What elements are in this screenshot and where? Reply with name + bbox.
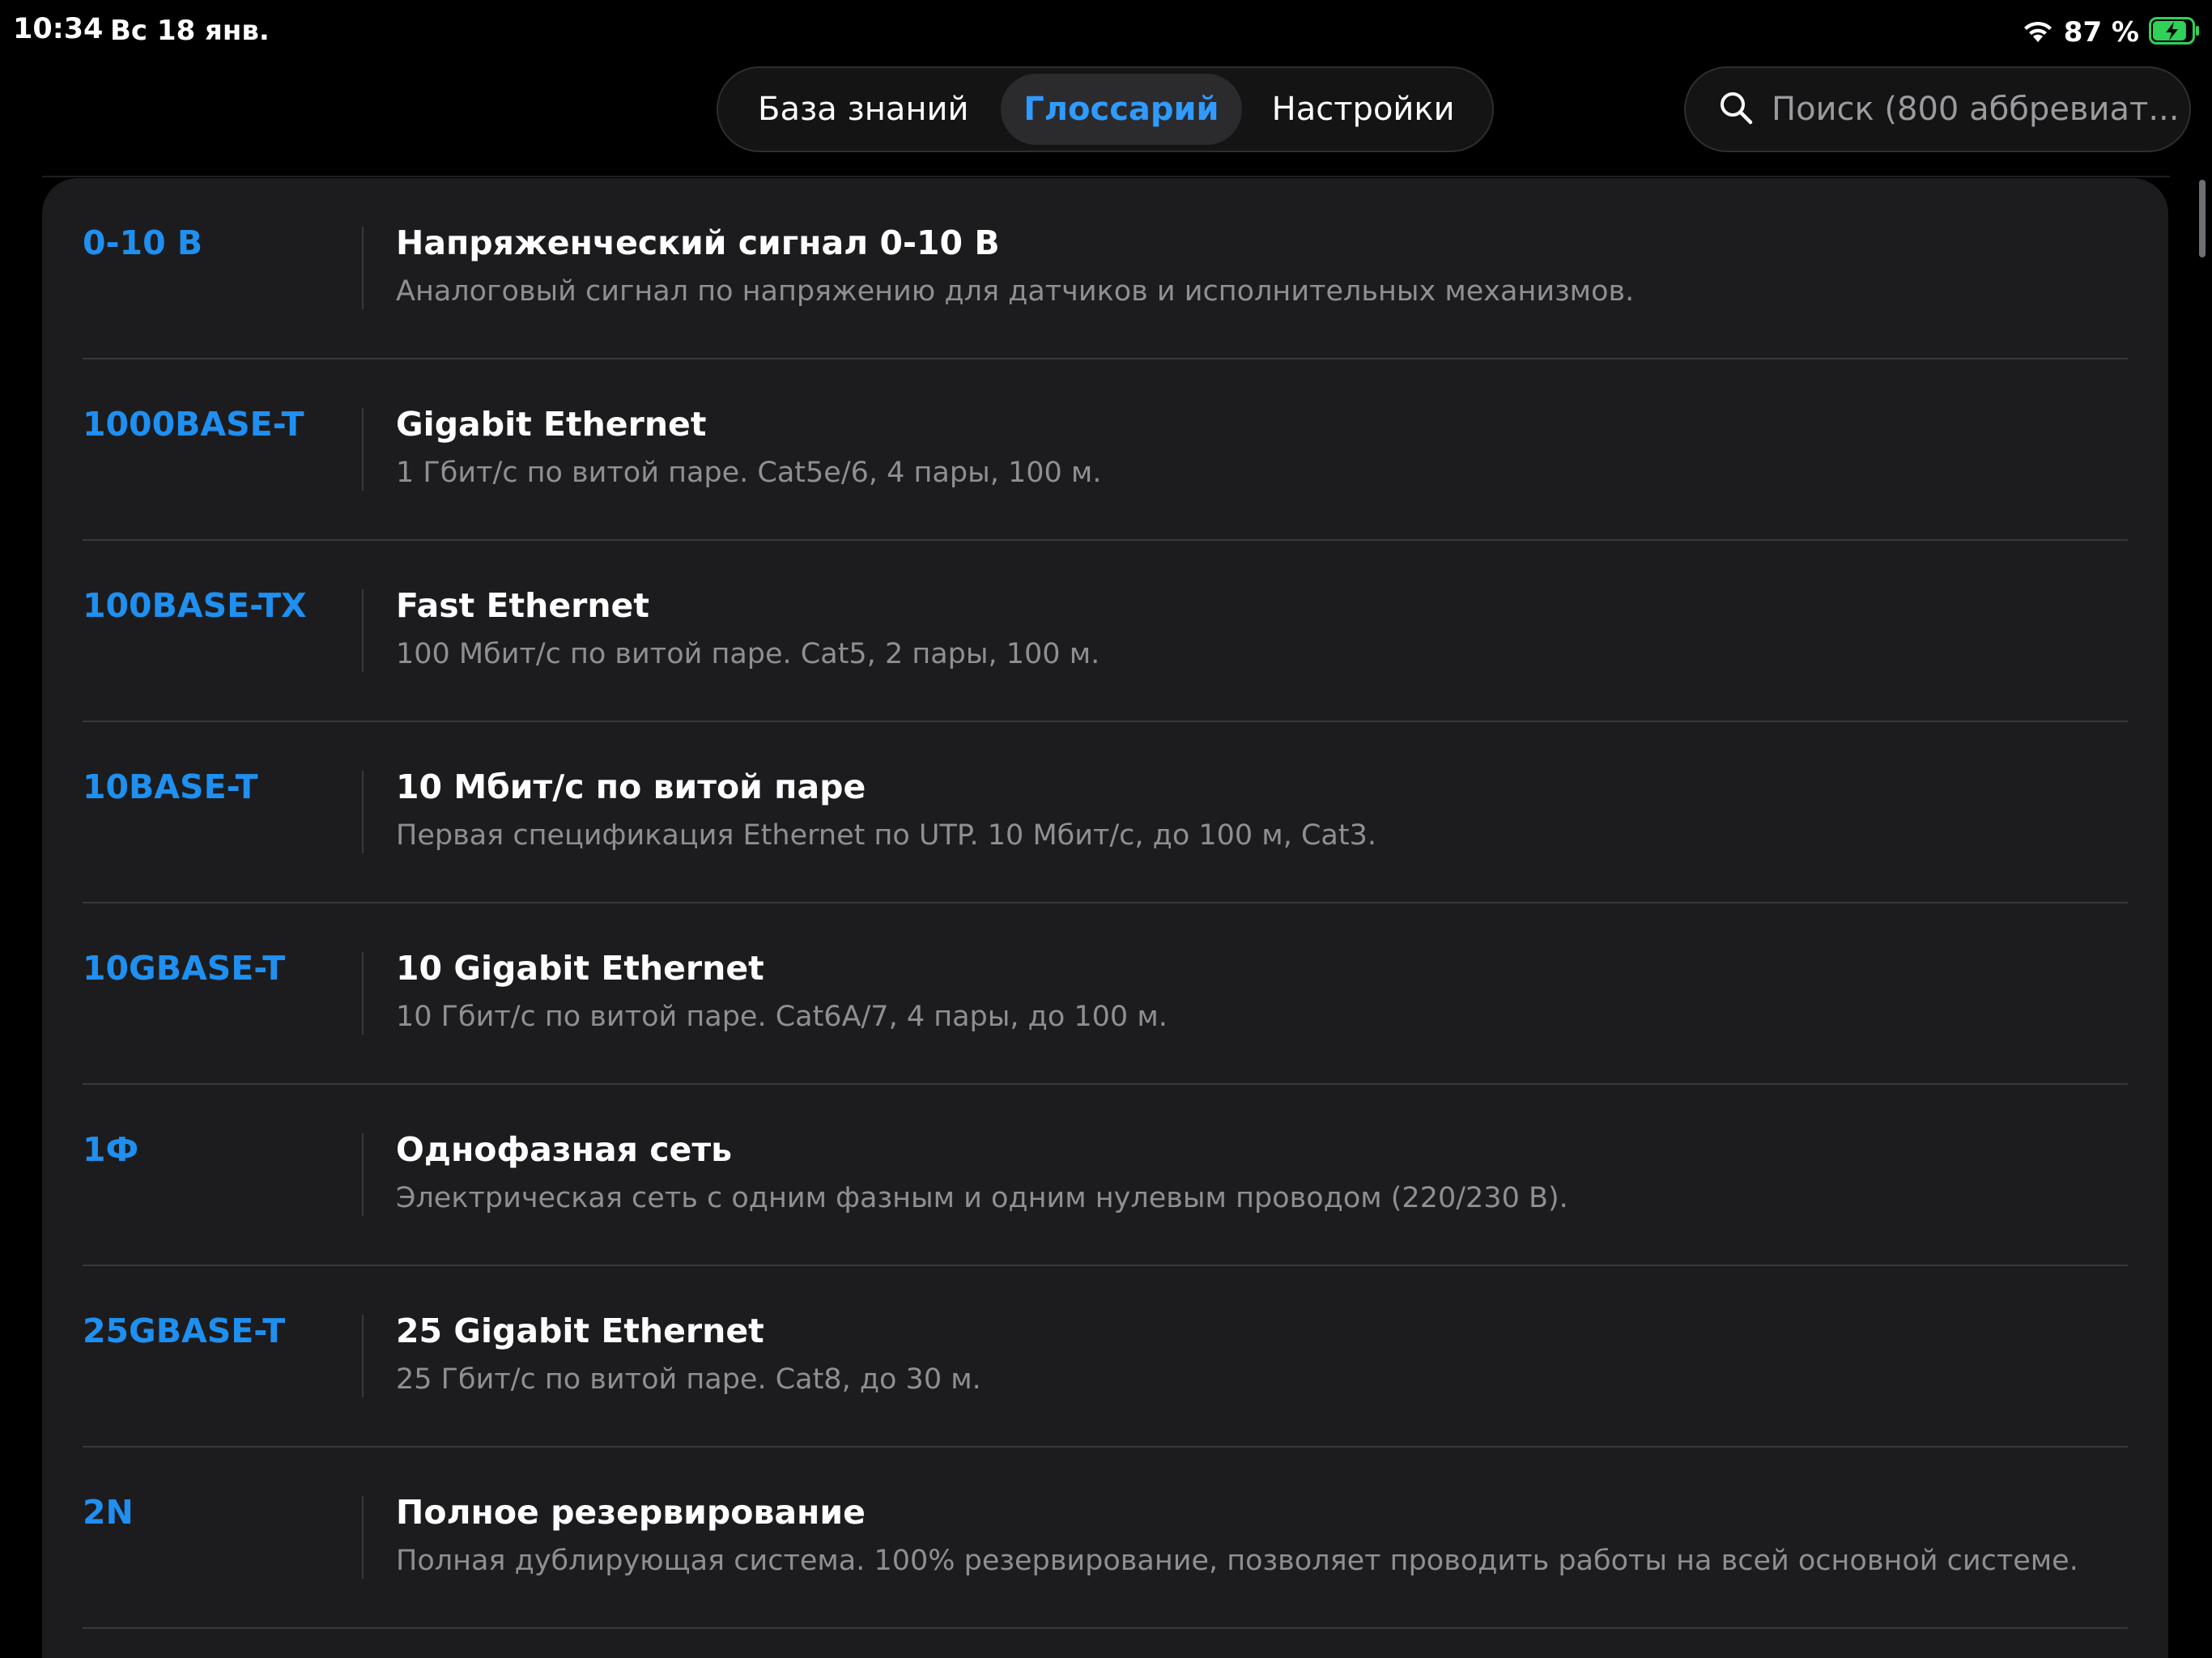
glossary-description: 25 Гбит/с по витой паре. Cat8, до 30 м. (396, 1363, 981, 1396)
row-separator (362, 1315, 364, 1397)
glossary-description: Электрическая сеть с одним фазным и одни… (396, 1182, 1568, 1214)
glossary-term: Fast Ethernet (396, 586, 649, 625)
glossary-abbreviation: 1000BASE-T (83, 405, 304, 444)
wifi-icon (2022, 18, 2054, 47)
glossary-description: Аналоговый сигнал по напряжению для датч… (396, 275, 1635, 308)
row-separator (362, 1496, 364, 1579)
glossary-abbreviation: 2N (83, 1493, 134, 1532)
glossary-description: Полная дублирующая система. 100% резерви… (396, 1545, 2078, 1577)
glossary-abbreviation: 100BASE-TX (83, 586, 307, 625)
glossary-term: Напряженческий сигнал 0-10 В (396, 223, 1000, 262)
scrollbar[interactable] (2199, 180, 2206, 257)
glossary-row[interactable]: 1000BASE-T Gigabit Ethernet 1 Гбит/с по … (83, 359, 2128, 541)
glossary-row[interactable]: 2N Полное резервирование Полная дублирую… (83, 1448, 2128, 1629)
glossary-row[interactable]: 1Ф Однофазная сеть Электрическая сеть с … (83, 1085, 2128, 1266)
glossary-abbreviation: 10GBASE-T (83, 949, 286, 988)
row-separator (362, 227, 364, 309)
row-separator (362, 589, 364, 672)
row-separator (362, 771, 364, 853)
glossary-abbreviation: 1Ф (83, 1130, 139, 1169)
glossary-term: Gigabit Ethernet (396, 405, 707, 444)
search-box[interactable] (1684, 66, 2191, 152)
glossary-abbreviation: 25GBASE-T (83, 1312, 286, 1350)
status-time: 10:34 (13, 13, 104, 45)
glossary-row[interactable]: 0-10 В Напряженческий сигнал 0-10 В Анал… (83, 178, 2128, 359)
status-bar: 10:34 Вс 18 янв. 87 % (0, 0, 2212, 65)
tab-bar: База знаний Глоссарий Настройки (717, 66, 1494, 152)
glossary-term: 25 Gigabit Ethernet (396, 1312, 764, 1350)
glossary-abbreviation: 0-10 В (83, 223, 203, 262)
tab-glossary[interactable]: Глоссарий (1000, 74, 1243, 145)
header-divider (42, 176, 2170, 177)
search-input[interactable] (1772, 91, 2176, 128)
glossary-row[interactable]: 25GBASE-T 25 Gigabit Ethernet 25 Гбит/с … (83, 1266, 2128, 1448)
row-separator (362, 952, 364, 1035)
glossary-list[interactable]: 0-10 В Напряженческий сигнал 0-10 В Анал… (42, 178, 2168, 1658)
battery-percent: 87 % (2063, 16, 2139, 49)
glossary-description: 10 Гбит/с по витой паре. Cat6A/7, 4 пары… (396, 1001, 1168, 1033)
glossary-term: 10 Мбит/с по витой паре (396, 767, 866, 806)
screen: 10:34 Вс 18 янв. 87 % База знаний Глосса… (0, 0, 2212, 1658)
status-date: Вс 18 янв. (110, 15, 270, 47)
glossary-term: Однофазная сеть (396, 1130, 733, 1169)
tab-settings[interactable]: Настройки (1242, 74, 1484, 145)
glossary-row[interactable]: 10BASE-T 10 Мбит/с по витой паре Первая … (83, 722, 2128, 903)
glossary-row[interactable]: 100BASE-TX Fast Ethernet 100 Мбит/с по в… (83, 541, 2128, 722)
glossary-abbreviation: 10BASE-T (83, 767, 258, 806)
glossary-description: 1 Гбит/с по витой паре. Cat5e/6, 4 пары,… (396, 457, 1102, 489)
row-separator (362, 1133, 364, 1216)
tab-knowledge-base[interactable]: База знаний (726, 74, 1001, 145)
glossary-term: 10 Gigabit Ethernet (396, 949, 764, 988)
glossary-term: Полное резервирование (396, 1493, 866, 1532)
battery-charging-icon (2149, 17, 2201, 48)
search-icon (1718, 90, 1754, 129)
status-indicators: 87 % (2022, 15, 2201, 50)
glossary-description: Первая спецификация Ethernet по UTP. 10 … (396, 819, 1376, 852)
glossary-row[interactable]: 10GBASE-T 10 Gigabit Ethernet 10 Гбит/с … (83, 903, 2128, 1085)
glossary-description: 100 Мбит/с по витой паре. Cat5, 2 пары, … (396, 638, 1100, 670)
row-separator (362, 408, 364, 491)
